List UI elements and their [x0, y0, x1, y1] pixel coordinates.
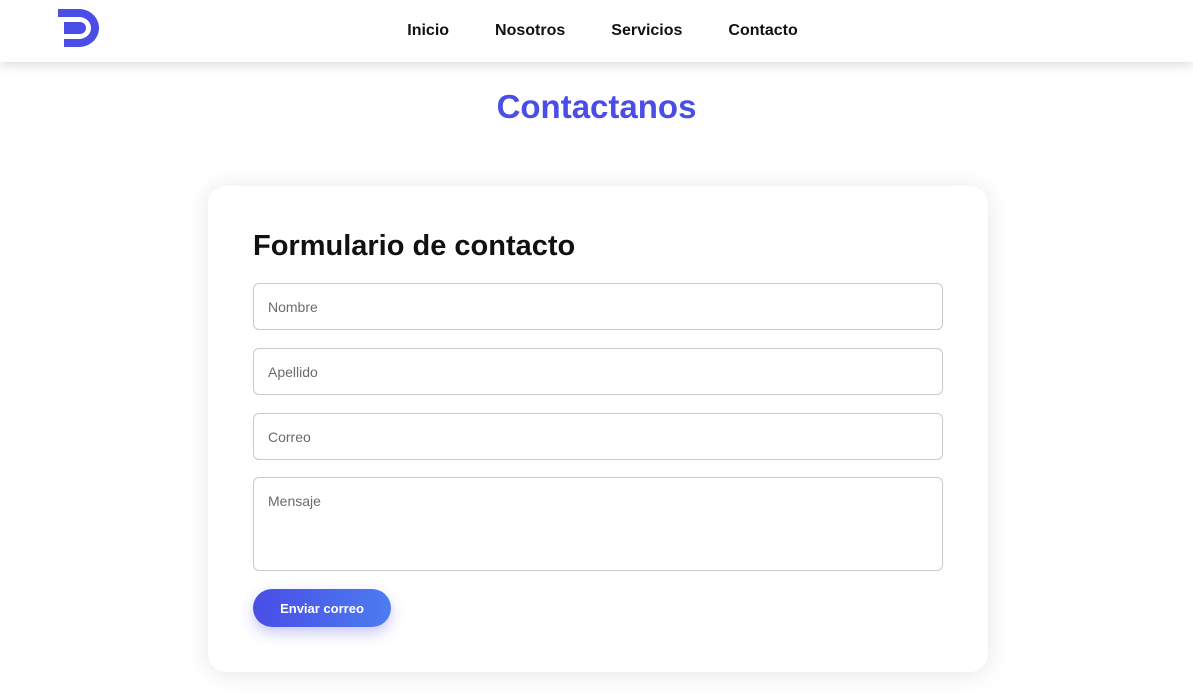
form-title: Formulario de contacto: [253, 230, 576, 262]
nav-link-nosotros[interactable]: Nosotros: [495, 22, 565, 40]
nombre-input[interactable]: [253, 283, 943, 330]
contact-form-card: Formulario de contacto Enviar correo: [208, 186, 988, 672]
page-title: Contactanos: [496, 88, 697, 125]
main-nav: Inicio Nosotros Servicios Contacto: [0, 0, 1193, 62]
nav-link-servicios[interactable]: Servicios: [611, 22, 682, 40]
nav-link-inicio[interactable]: Inicio: [407, 22, 449, 40]
nav-link-contacto[interactable]: Contacto: [728, 22, 797, 40]
send-email-button[interactable]: Enviar correo: [253, 589, 391, 627]
correo-input[interactable]: [253, 413, 943, 460]
apellido-input[interactable]: [253, 348, 943, 395]
top-navbar: Inicio Nosotros Servicios Contacto: [0, 0, 1193, 62]
mensaje-textarea[interactable]: [253, 477, 943, 571]
